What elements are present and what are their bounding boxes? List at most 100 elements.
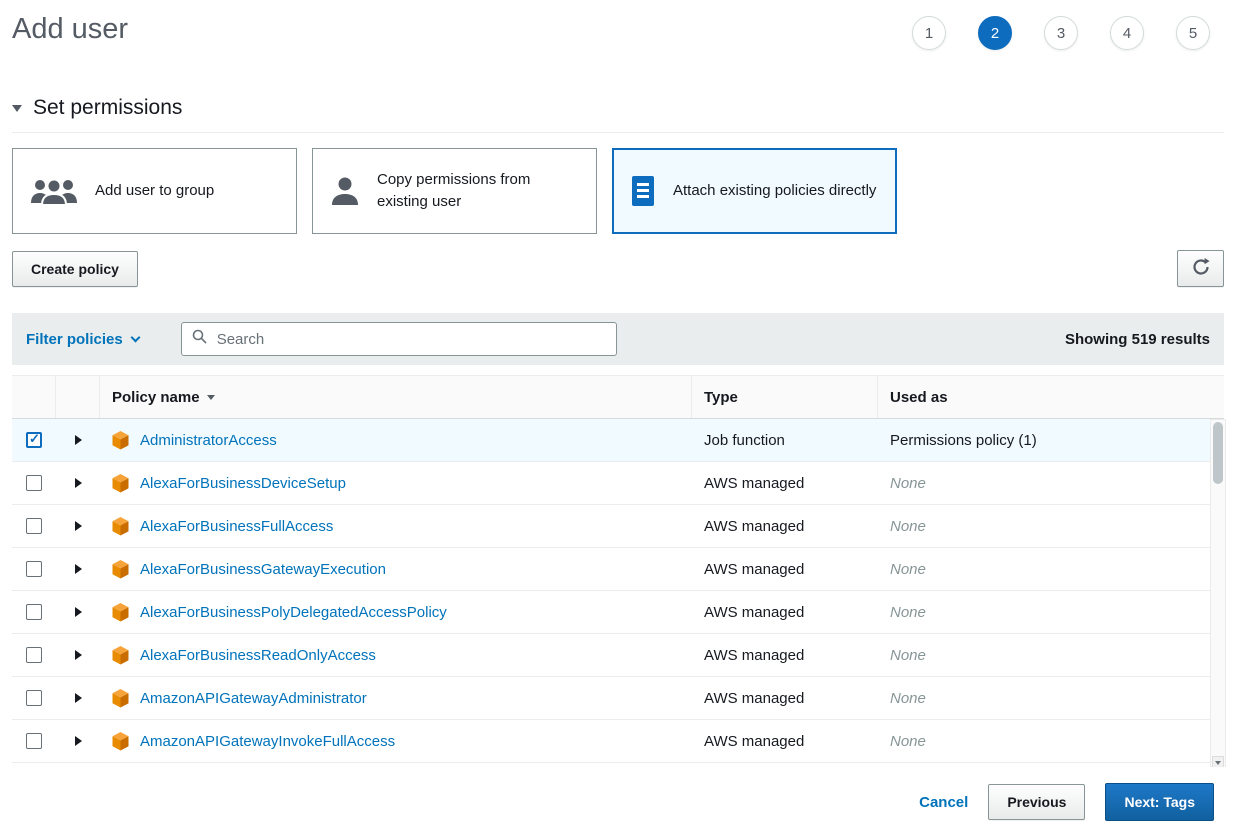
policy-used-as: None xyxy=(878,733,1224,750)
table-row[interactable]: AlexaForBusinessFullAccess AWS managed N… xyxy=(12,505,1224,548)
policy-table-body: AdministratorAccess Job function Permiss… xyxy=(12,419,1224,763)
policy-table: Policy name Type Used as Administrat xyxy=(12,375,1224,763)
policy-type: AWS managed xyxy=(692,604,878,621)
policy-name-link[interactable]: AlexaForBusinessFullAccess xyxy=(140,518,333,535)
header-used-as-label: Used as xyxy=(890,389,948,406)
search-box[interactable] xyxy=(181,322,617,356)
header-policy-name-label: Policy name xyxy=(112,389,200,406)
set-permissions-header[interactable]: Set permissions xyxy=(12,96,1224,133)
user-icon xyxy=(329,175,361,207)
permission-option-cards: Add user to group Copy permissions from … xyxy=(12,148,1224,234)
option-copy-permissions[interactable]: Copy permissions from existing user xyxy=(312,148,597,234)
option-add-user-to-group[interactable]: Add user to group xyxy=(12,148,297,234)
expand-arrow-icon[interactable] xyxy=(75,435,82,445)
create-policy-button[interactable]: Create policy xyxy=(12,251,138,287)
cancel-link[interactable]: Cancel xyxy=(919,794,968,811)
policy-name-link[interactable]: AmazonAPIGatewayAdministrator xyxy=(140,690,367,707)
search-input[interactable] xyxy=(215,330,606,349)
policy-name-link[interactable]: AlexaForBusinessPolyDelegatedAccessPolic… xyxy=(140,604,447,621)
policy-used-as: None xyxy=(878,604,1224,621)
table-row[interactable]: AlexaForBusinessDeviceSetup AWS managed … xyxy=(12,462,1224,505)
header-policy-name[interactable]: Policy name xyxy=(100,376,692,418)
policy-name-link[interactable]: AlexaForBusinessDeviceSetup xyxy=(140,475,346,492)
wizard-footer: Cancel Previous Next: Tags xyxy=(0,767,1236,837)
next-tags-button[interactable]: Next: Tags xyxy=(1105,783,1214,821)
policy-used-as: None xyxy=(878,561,1224,578)
step-3[interactable]: 3 xyxy=(1044,16,1078,50)
policy-type: AWS managed xyxy=(692,733,878,750)
row-checkbox[interactable] xyxy=(26,475,42,491)
results-count: Showing 519 results xyxy=(1065,331,1210,348)
row-checkbox[interactable] xyxy=(26,604,42,620)
expand-arrow-icon[interactable] xyxy=(75,736,82,746)
header-expand-cell xyxy=(56,376,100,418)
policy-cube-icon xyxy=(112,431,129,450)
policy-type: AWS managed xyxy=(692,475,878,492)
policy-used-as: None xyxy=(878,647,1224,664)
expand-arrow-icon[interactable] xyxy=(75,564,82,574)
toolbar: Create policy xyxy=(12,250,1224,287)
row-checkbox[interactable] xyxy=(26,733,42,749)
filter-policies-label: Filter policies xyxy=(26,331,123,348)
policy-name-link[interactable]: AlexaForBusinessReadOnlyAccess xyxy=(140,647,376,664)
policy-type: Job function xyxy=(692,432,878,449)
policy-type: AWS managed xyxy=(692,647,878,664)
policy-used-as: None xyxy=(878,690,1224,707)
header-checkbox-cell xyxy=(12,376,56,418)
policy-type: AWS managed xyxy=(692,561,878,578)
policy-cube-icon xyxy=(112,603,129,622)
policy-type: AWS managed xyxy=(692,690,878,707)
step-4[interactable]: 4 xyxy=(1110,16,1144,50)
table-scrollbar[interactable] xyxy=(1210,419,1226,771)
policy-used-as: None xyxy=(878,518,1224,535)
scrollbar-thumb[interactable] xyxy=(1213,422,1223,484)
option-label: Copy permissions from existing user xyxy=(377,169,580,213)
header-used-as[interactable]: Used as xyxy=(878,376,1224,418)
step-5[interactable]: 5 xyxy=(1176,16,1210,50)
step-2[interactable]: 2 xyxy=(978,16,1012,50)
option-attach-existing-policies[interactable]: Attach existing policies directly xyxy=(612,148,897,234)
row-checkbox[interactable] xyxy=(26,690,42,706)
policy-name-link[interactable]: AlexaForBusinessGatewayExecution xyxy=(140,561,386,578)
refresh-button[interactable] xyxy=(1177,250,1224,287)
filter-bar: Filter policies Showing 519 results xyxy=(12,313,1224,365)
filter-policies-dropdown[interactable]: Filter policies xyxy=(26,331,139,348)
option-label: Attach existing policies directly xyxy=(673,180,876,202)
policy-used-as: Permissions policy (1) xyxy=(878,432,1224,449)
header-type[interactable]: Type xyxy=(692,376,878,418)
table-row[interactable]: AdministratorAccess Job function Permiss… xyxy=(12,419,1224,462)
document-icon xyxy=(629,175,657,207)
policy-cube-icon xyxy=(112,474,129,493)
table-row[interactable]: AlexaForBusinessGatewayExecution AWS man… xyxy=(12,548,1224,591)
collapse-caret-icon xyxy=(12,105,22,112)
policy-name-link[interactable]: AmazonAPIGatewayInvokeFullAccess xyxy=(140,733,395,750)
row-checkbox[interactable] xyxy=(26,432,42,448)
policy-name-link[interactable]: AdministratorAccess xyxy=(140,432,277,449)
previous-button[interactable]: Previous xyxy=(988,784,1085,820)
refresh-icon xyxy=(1192,258,1210,279)
top-bar: Add user 12345 xyxy=(0,0,1236,50)
scroll-down-icon xyxy=(1215,761,1221,765)
policy-cube-icon xyxy=(112,560,129,579)
steps: 12345 xyxy=(912,16,1210,50)
policy-used-as: None xyxy=(878,475,1224,492)
step-1[interactable]: 1 xyxy=(912,16,946,50)
policy-type: AWS managed xyxy=(692,518,878,535)
row-checkbox[interactable] xyxy=(26,647,42,663)
table-row[interactable]: AmazonAPIGatewayInvokeFullAccess AWS man… xyxy=(12,720,1224,763)
table-row[interactable]: AlexaForBusinessPolyDelegatedAccessPolic… xyxy=(12,591,1224,634)
policy-cube-icon xyxy=(112,689,129,708)
expand-arrow-icon[interactable] xyxy=(75,693,82,703)
header-type-label: Type xyxy=(704,389,738,406)
expand-arrow-icon[interactable] xyxy=(75,650,82,660)
option-label: Add user to group xyxy=(95,180,214,202)
table-row[interactable]: AlexaForBusinessReadOnlyAccess AWS manag… xyxy=(12,634,1224,677)
group-icon xyxy=(29,175,79,207)
table-row[interactable]: AmazonAPIGatewayAdministrator AWS manage… xyxy=(12,677,1224,720)
row-checkbox[interactable] xyxy=(26,561,42,577)
expand-arrow-icon[interactable] xyxy=(75,521,82,531)
expand-arrow-icon[interactable] xyxy=(75,478,82,488)
page-title: Add user xyxy=(12,12,128,46)
row-checkbox[interactable] xyxy=(26,518,42,534)
expand-arrow-icon[interactable] xyxy=(75,607,82,617)
